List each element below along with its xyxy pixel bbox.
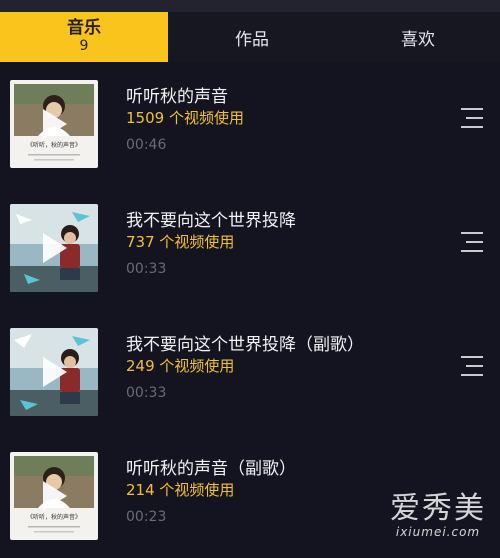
track-use-count: 249 个视频使用: [126, 357, 235, 375]
cover-caption: 《听听，秋的声音》: [27, 513, 81, 521]
watermark-logo: 爱秀美 ixiumei.com: [390, 483, 486, 539]
play-icon[interactable]: [43, 357, 67, 387]
track-use-count: 737 个视频使用: [126, 233, 235, 251]
play-icon[interactable]: [43, 233, 67, 263]
list-item[interactable]: 我不要向这个世界投降（副歌） 249 个视频使用 00:33: [0, 310, 500, 434]
track-title[interactable]: 听听秋的声音: [126, 82, 228, 107]
tab-music-label: 音乐: [67, 18, 101, 38]
cover-caption: 《听听，秋的声音》: [27, 141, 81, 149]
tab-works[interactable]: 作品: [168, 12, 336, 62]
tab-likes-label: 喜欢: [401, 29, 435, 50]
play-icon[interactable]: [43, 109, 67, 139]
watermark-main: 爱秀美: [390, 491, 486, 526]
track-duration: 00:46: [126, 137, 167, 153]
tab-music[interactable]: 音乐 9: [0, 12, 168, 62]
playlist-menu-icon[interactable]: [461, 232, 483, 252]
track-cover[interactable]: 《听听，秋的声音》: [10, 80, 98, 168]
tab-bar: 音乐 9 作品 喜欢: [0, 12, 500, 62]
tab-works-label: 作品: [235, 29, 269, 50]
playlist-menu-icon[interactable]: [461, 108, 483, 128]
track-duration: 00:33: [126, 261, 167, 277]
playlist-menu-icon[interactable]: [461, 356, 483, 376]
tab-music-count: 9: [79, 38, 89, 54]
play-icon[interactable]: [43, 481, 67, 511]
watermark-sub: ixiumei.com: [395, 525, 481, 539]
track-cover[interactable]: [10, 204, 98, 292]
track-duration: 00:23: [126, 509, 167, 525]
track-title[interactable]: 听听秋的声音（副歌）: [126, 454, 296, 479]
track-cover[interactable]: 《听听，秋的声音》: [10, 452, 98, 540]
track-use-count: 214 个视频使用: [126, 481, 235, 499]
list-item[interactable]: 《听听，秋的声音》 听听秋的声音 1509 个视频使用 00:46: [0, 62, 500, 186]
track-title[interactable]: 我不要向这个世界投降: [126, 206, 296, 231]
track-duration: 00:33: [126, 385, 167, 401]
top-status-strip: [0, 0, 500, 12]
list-item[interactable]: 我不要向这个世界投降 737 个视频使用 00:33: [0, 186, 500, 310]
track-use-count: 1509 个视频使用: [126, 109, 244, 127]
track-cover[interactable]: [10, 328, 98, 416]
track-title[interactable]: 我不要向这个世界投降（副歌）: [126, 330, 364, 355]
tab-likes[interactable]: 喜欢: [336, 12, 500, 62]
